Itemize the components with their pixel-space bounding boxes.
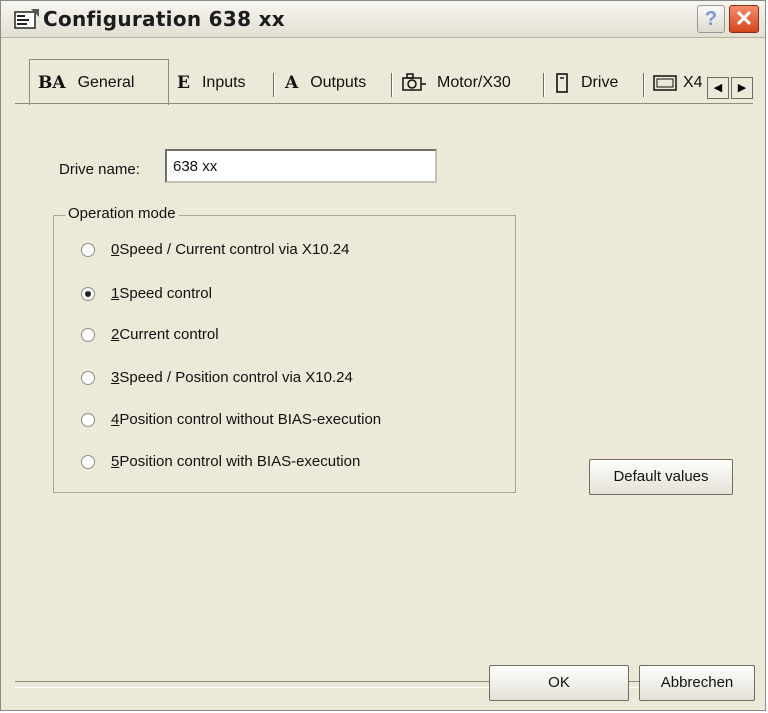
tab-label: Inputs (201, 74, 246, 91)
mode-key: 0 (111, 241, 120, 258)
radio-button[interactable] (81, 370, 95, 385)
x4-icon (653, 75, 677, 91)
default-values-button[interactable]: Default values (589, 459, 733, 495)
radio-button[interactable] (81, 242, 95, 257)
tab-label: General (77, 73, 135, 91)
mode-key: 2 (111, 326, 120, 343)
operation-mode-label: Operation mode (65, 205, 179, 222)
close-button[interactable]: ✕ (729, 5, 759, 33)
tab-outputs[interactable]: A Outputs (285, 63, 366, 103)
mode-option-3[interactable]: 3 Speed / Position control via X10.24 (81, 369, 353, 386)
tab-strip: BA General E Inputs A Outputs Motor/X30 (15, 59, 765, 105)
drive-name-input[interactable] (165, 149, 437, 183)
configuration-dialog: Configuration 638 xx ? ✕ BA General E In… (0, 0, 766, 711)
mode-text: Current control (119, 326, 219, 343)
radio-button[interactable] (81, 412, 95, 427)
tab-scroll-right-button[interactable]: ▶ (731, 77, 753, 99)
mode-key: 1 (111, 285, 120, 302)
tab-panel-border (15, 103, 753, 104)
tab-label: X4 (683, 74, 703, 91)
mode-key: 5 (111, 453, 120, 470)
mode-option-5[interactable]: 5 Position control with BIAS-execution (81, 453, 360, 470)
radio-button[interactable] (81, 286, 95, 301)
tab-general[interactable]: BA General (29, 59, 169, 105)
mode-option-1[interactable]: 1 Speed control (81, 285, 212, 302)
mode-key: 4 (111, 411, 120, 428)
a-icon: A (285, 73, 299, 93)
tab-divider (391, 73, 392, 97)
cancel-button[interactable]: Abbrechen (639, 665, 755, 701)
tab-x4[interactable]: X4 (653, 63, 705, 103)
drive-name-label: Drive name: (59, 161, 140, 178)
e-icon: E (177, 73, 190, 93)
tab-label: Drive (581, 74, 619, 91)
mode-text: Speed / Position control via X10.24 (119, 369, 353, 386)
properties-icon (14, 9, 39, 29)
mode-text: Speed / Current control via X10.24 (119, 241, 350, 258)
tab-label: Motor/X30 (437, 74, 511, 91)
tab-divider (543, 73, 544, 97)
mode-text: Position control with BIAS-execution (119, 453, 361, 470)
title-bar[interactable]: Configuration 638 xx ? ✕ (1, 1, 765, 38)
tab-scroll-left-button[interactable]: ◀ (707, 77, 729, 99)
mode-option-2[interactable]: 2 Current control (81, 326, 219, 343)
tab-motor-x30[interactable]: Motor/X30 (401, 63, 511, 103)
mode-key: 3 (111, 369, 120, 386)
mode-option-4[interactable]: 4 Position control without BIAS-executio… (81, 411, 381, 428)
radio-button[interactable] (81, 327, 95, 342)
help-button[interactable]: ? (697, 5, 725, 33)
tab-inputs[interactable]: E Inputs (177, 63, 246, 103)
tab-divider (643, 73, 644, 97)
drive-icon (556, 73, 568, 93)
ba-icon: BA (38, 72, 66, 93)
window-title: Configuration 638 xx (43, 7, 285, 31)
motor-icon (402, 73, 426, 91)
radio-button[interactable] (81, 454, 95, 469)
tab-label: Outputs (310, 74, 367, 91)
mode-text: Speed control (119, 285, 212, 302)
tab-drive[interactable]: Drive (555, 63, 618, 103)
mode-option-0[interactable]: 0 Speed / Current control via X10.24 (81, 241, 349, 258)
tab-divider (273, 73, 274, 97)
mode-text: Position control without BIAS-execution (119, 411, 382, 428)
ok-button[interactable]: OK (489, 665, 629, 701)
